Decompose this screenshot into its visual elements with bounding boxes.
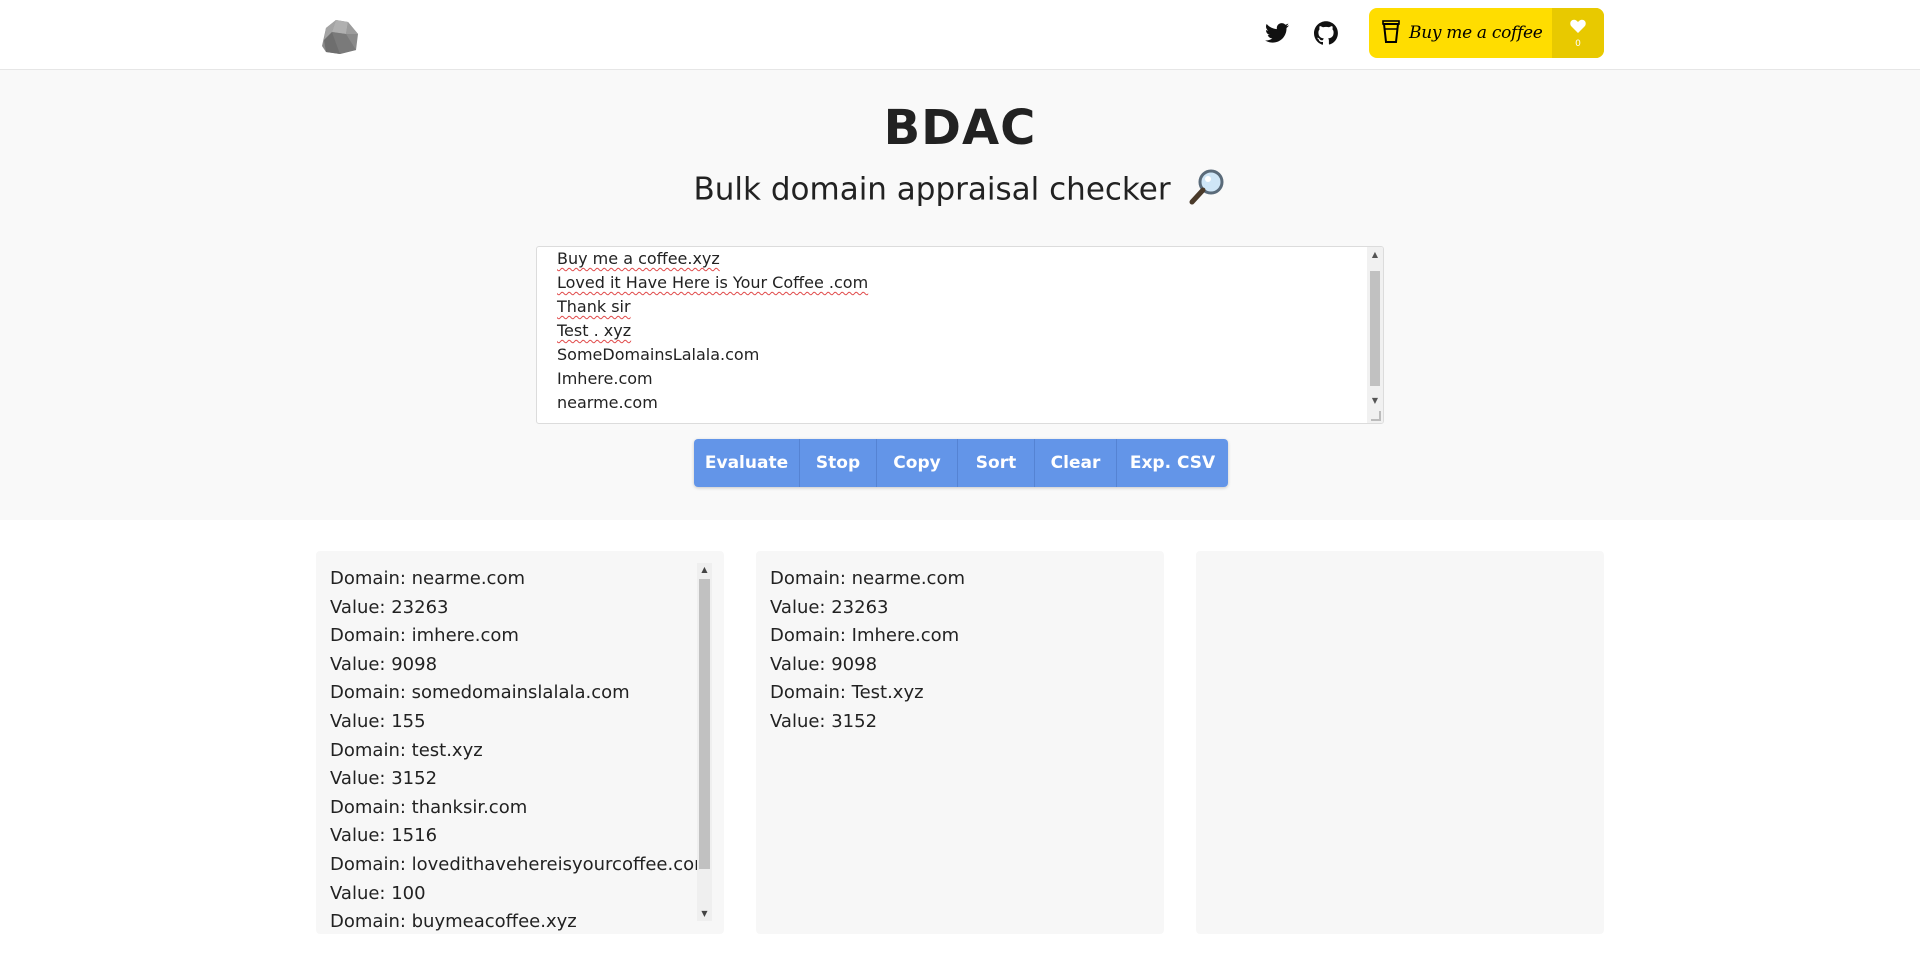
export-csv-button[interactable]: Exp. CSV (1117, 439, 1228, 487)
evaluate-button[interactable]: Evaluate (694, 439, 800, 487)
github-icon[interactable] (1312, 19, 1340, 47)
list-item: Value: 155 (330, 710, 426, 732)
scroll-down-arrow-icon[interactable]: ▼ (697, 907, 712, 921)
list-item: Value: 3152 (330, 768, 438, 790)
textarea-scrollbar[interactable]: ▲ ▼ (1367, 247, 1383, 423)
stop-button[interactable]: Stop (800, 439, 877, 487)
list-item: Value: 3152 (770, 710, 878, 732)
textarea-line: nearme.com (557, 391, 868, 415)
sort-button[interactable]: Sort (958, 439, 1035, 487)
line-text: SomeDomainsLalala.com (557, 345, 760, 364)
page-subtitle: Bulk domain appraisal checker (0, 168, 1920, 214)
domains-textarea[interactable]: Buy me a coffee.xyz Loved it Have Here i… (536, 246, 1384, 424)
list-item: Value: 100 (330, 882, 426, 904)
coffee-cup-icon (1381, 18, 1401, 48)
magnifier-icon (1188, 168, 1226, 214)
list-item: Domain: thanksir.com (330, 796, 528, 818)
buy-me-a-coffee-button[interactable]: Buy me a coffee 0 (1369, 8, 1604, 58)
line-text: Thank sir (557, 297, 631, 316)
rock-logo-icon[interactable] (316, 10, 364, 58)
list-item: Domain: nearme.com (330, 568, 526, 589)
textarea-content[interactable]: Buy me a coffee.xyz Loved it Have Here i… (557, 247, 868, 415)
list-item: Value: 23263 (330, 596, 449, 618)
textarea-line: Loved it Have Here is Your Coffee .com (557, 271, 868, 295)
bmc-count: 0 (1575, 38, 1581, 49)
line-text: Loved it Have Here is Your Coffee .com (557, 273, 869, 292)
resize-grip-icon[interactable] (1371, 411, 1381, 421)
copy-button[interactable]: Copy (877, 439, 958, 487)
panel-scrollbar[interactable]: ▲ ▼ (697, 563, 712, 921)
list-item: Domain: Imhere.com (770, 625, 960, 647)
subtitle-text: Bulk domain appraisal checker (693, 171, 1171, 208)
list-item: Value: 9098 (330, 653, 438, 675)
bmc-label: Buy me a coffee (1409, 23, 1543, 43)
list-item: Value: 1516 (330, 825, 438, 847)
results-panel-all[interactable]: Domain: nearme.com Value: 23263 Domain: … (316, 551, 724, 934)
line-text: Buy me a coffee.xyz (557, 249, 720, 268)
heart-icon (1570, 18, 1586, 37)
list-item: Value: 23263 (770, 596, 889, 618)
results-list: Domain: nearme.com Value: 23263 Domain: … (330, 565, 712, 934)
twitter-icon[interactable] (1263, 19, 1291, 47)
list-item: Domain: nearme.com (770, 568, 966, 589)
hero-section: BDAC Bulk domain appraisal checker Buy m… (0, 70, 1920, 520)
scroll-up-arrow-icon[interactable]: ▲ (1367, 247, 1383, 263)
list-item: Domain: Test.xyz (770, 682, 924, 704)
list-item: Domain: lovedithavehereisyourcoffee.com (330, 853, 712, 875)
top-navbar: Buy me a coffee 0 (0, 0, 1920, 70)
textarea-line: SomeDomainsLalala.com (557, 343, 868, 367)
line-text: nearme.com (557, 393, 658, 412)
action-button-group: Evaluate Stop Copy Sort Clear Exp. CSV (694, 439, 1228, 487)
scroll-down-arrow-icon[interactable]: ▼ (1367, 393, 1383, 409)
list-item: Value: 9098 (770, 653, 878, 675)
list-item: Domain: buymeacoffee.xyz (330, 911, 577, 933)
list-item: Domain: somedomainslalala.com (330, 682, 630, 704)
scroll-up-arrow-icon[interactable]: ▲ (697, 563, 712, 577)
results-panel-filtered[interactable]: Domain: nearme.com Value: 23263 Domain: … (756, 551, 1164, 934)
textarea-line: Thank sir (557, 295, 868, 319)
textarea-line: Buy me a coffee.xyz (557, 247, 868, 271)
list-item: Domain: test.xyz (330, 739, 483, 761)
clear-button[interactable]: Clear (1035, 439, 1117, 487)
results-list: Domain: nearme.com Value: 23263 Domain: … (770, 565, 965, 737)
page-title: BDAC (883, 100, 1037, 156)
results-panel-empty[interactable] (1196, 551, 1604, 934)
textarea-line: Test . xyz (557, 319, 868, 343)
bmc-main[interactable]: Buy me a coffee (1369, 8, 1552, 58)
bmc-supporters[interactable]: 0 (1552, 8, 1604, 58)
textarea-line: Imhere.com (557, 367, 868, 391)
scrollbar-thumb[interactable] (1370, 271, 1380, 386)
line-text: Imhere.com (557, 369, 653, 388)
list-item: Domain: imhere.com (330, 625, 519, 647)
scrollbar-thumb[interactable] (699, 579, 710, 869)
line-text: Test . xyz (557, 321, 632, 340)
